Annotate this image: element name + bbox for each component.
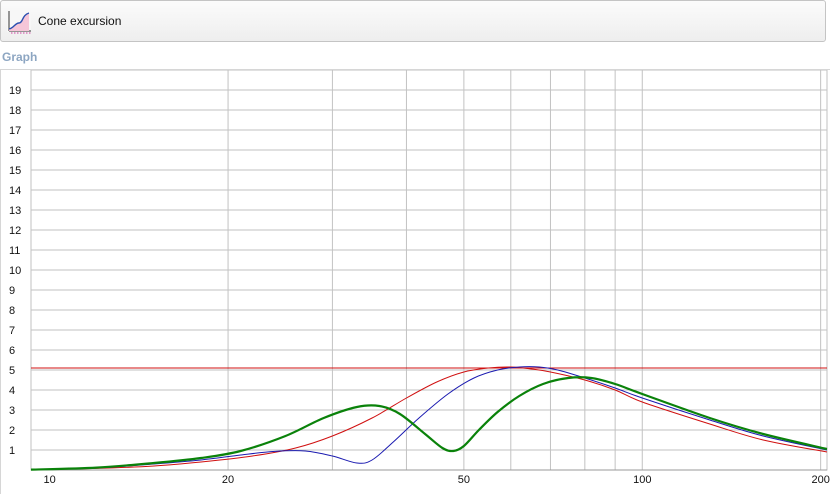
cone-excursion-chart: 1234567891011121314151617181910 20 50 100 20… [9, 70, 830, 486]
y-tick-label: 19 [9, 85, 21, 97]
y-tick-label: 7 [9, 325, 15, 337]
y-tick-label: 10 [9, 265, 21, 277]
x-tick-label: 200 [811, 474, 829, 486]
y-tick-label: 9 [9, 285, 15, 297]
y-tick-label: 11 [9, 245, 20, 257]
y-tick-label: 4 [9, 385, 15, 397]
cone-excursion-label: Cone excursion [38, 14, 122, 28]
y-tick-label: 12 [9, 225, 21, 237]
y-tick-label: 1 [9, 445, 15, 457]
y-tick-label: 18 [9, 105, 21, 117]
y-tick-label: 17 [9, 125, 21, 137]
y-tick-label: 14 [9, 185, 21, 197]
y-tick-label: 13 [9, 205, 21, 217]
graph-section-title: Graph [2, 50, 38, 64]
y-tick-label: 8 [9, 305, 15, 317]
x-tick-label: 100 [633, 474, 651, 486]
x-tick-label: 20 [222, 474, 234, 486]
y-tick-label: 5 [9, 365, 15, 377]
x-tick-label: 10 [44, 474, 56, 486]
y-tick-label: 3 [9, 405, 15, 417]
toolbar: Cone excursion [0, 0, 826, 42]
y-tick-label: 15 [9, 165, 21, 177]
graph-icon [7, 10, 31, 34]
y-tick-label: 6 [9, 345, 15, 357]
chart-area: 1 2 3 4 5 6 7 8 9 10 11 12 13 14 15 16 17 18 19 10 20 50 100 20… [0, 69, 830, 494]
y-tick-label: 2 [9, 425, 15, 437]
x-tick-label: 50 [458, 474, 470, 486]
y-tick-label: 16 [9, 145, 21, 157]
cone-excursion-button[interactable]: Cone excursion [5, 4, 131, 38]
